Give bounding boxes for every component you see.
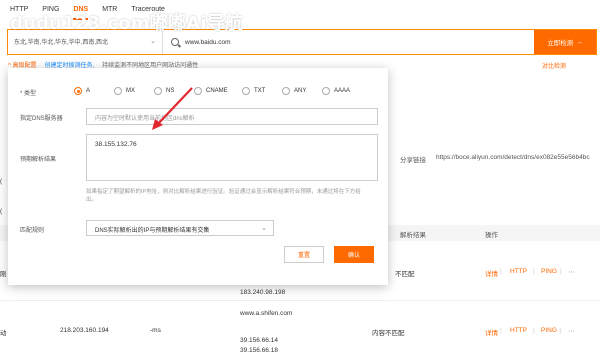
row1-ip: 183.240.98.198 — [240, 289, 286, 296]
row2-ip-b: 39.156.66.18 — [240, 347, 278, 354]
record-type-group: A MX NS CNAME TXT ANY AAAA — [74, 87, 362, 95]
share-row: 分享链接 https://boce.aliyun.com/detect/dns/… — [400, 154, 590, 164]
http-link[interactable]: HTTP — [510, 268, 527, 275]
radio-any[interactable]: ANY — [282, 87, 322, 95]
expected-result-textarea[interactable]: 38.155.132.76 — [86, 134, 378, 181]
watermark: dudu123.com嘟嘟Ai导航 — [10, 13, 244, 34]
region-value: 东北,华南,华北,华东,华中,西南,西北 — [14, 40, 109, 46]
red-arrow-annotation — [152, 87, 193, 130]
details-link[interactable]: 详情 — [485, 327, 498, 337]
row1-match: 不匹配 — [395, 271, 415, 278]
more-icon[interactable]: ⋯ — [568, 327, 575, 335]
row2-ip: 218.203.160.194 — [60, 327, 109, 334]
ping-link[interactable]: PING — [541, 327, 557, 334]
search-icon — [171, 38, 179, 46]
detect-button[interactable]: 立即检测 → — [534, 30, 596, 54]
advanced-config-dialog: * 类型 A MX NS CNAME TXT ANY AAAA 指定DNS服务器… — [8, 68, 388, 285]
radio-txt[interactable]: TXT — [242, 87, 282, 95]
share-url[interactable]: https://boce.aliyun.com/detect/dns/ex082… — [436, 154, 590, 164]
match-rule-select[interactable]: DNS实际解析出的IP与预期解析结果有交集 ⌄ — [86, 220, 274, 236]
header-result: 解析结果 — [400, 232, 426, 239]
radio-a[interactable]: A — [74, 87, 114, 95]
match-rule-label: 匹配规则 — [20, 228, 45, 234]
http-link[interactable]: HTTP — [510, 327, 527, 334]
row2-ip-a: 39.156.66.14 — [240, 337, 278, 344]
reset-button[interactable]: 重置 — [284, 246, 324, 263]
expected-result-hint: 如果指定了期望解析的IP地址，则对比解析结果进行验证。验证通过会显示解析结果符合… — [86, 189, 361, 203]
dns-server-input[interactable]: 内容为空时默认使用当前地区dns解析 — [86, 108, 378, 125]
expected-result-label: 预期解析结果 — [20, 157, 57, 163]
detect-label: 立即检测 — [547, 40, 574, 47]
radio-cname[interactable]: CNAME — [194, 87, 242, 95]
header-actions: 操作 — [485, 232, 498, 239]
radio-aaaa[interactable]: AAAA — [322, 87, 362, 95]
row2-match: 内容不匹配 — [372, 330, 405, 337]
confirm-button[interactable]: 确认 — [334, 246, 374, 263]
more-icon[interactable]: ⋯ — [568, 268, 575, 276]
url-value: www.baidu.com — [185, 38, 231, 46]
details-link[interactable]: 详情 — [485, 268, 498, 278]
match-rule-value: DNS实际解析出的IP与预期解析结果有交集 — [95, 228, 210, 234]
chevron-down-icon: ⌄ — [261, 225, 267, 232]
compare-link[interactable]: 对比检测 — [542, 61, 566, 70]
row2-host: www.a.shifen.com — [240, 310, 293, 317]
dns-server-label: 指定DNS服务器 — [20, 116, 63, 122]
row2-time: -ms — [150, 327, 161, 334]
share-label: 分享链接 — [400, 157, 426, 164]
chevron-down-icon: ⌄ — [150, 38, 156, 45]
ping-link[interactable]: PING — [541, 268, 557, 275]
arrow-right-icon: → — [576, 38, 583, 46]
type-label: * 类型 — [20, 91, 37, 97]
